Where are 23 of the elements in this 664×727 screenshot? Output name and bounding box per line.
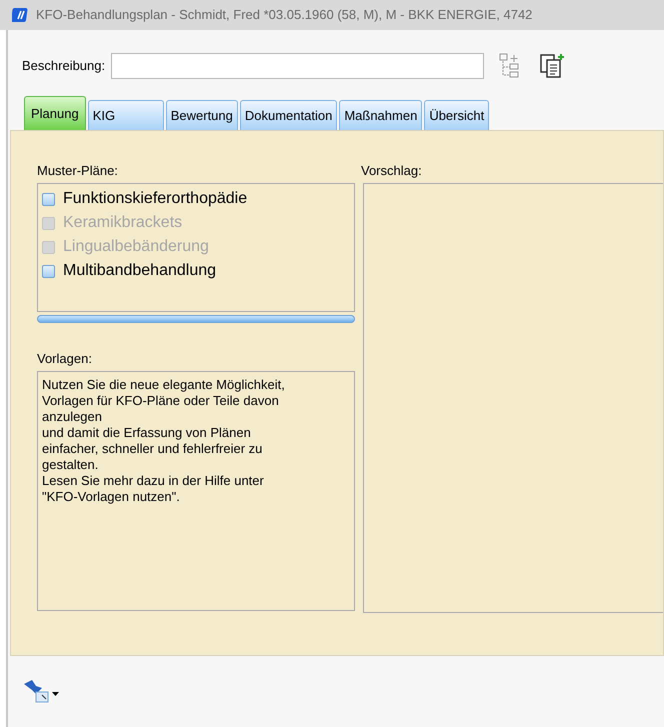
vorlagen-label: Vorlagen:	[37, 350, 93, 367]
window-title: KFO-Behandlungsplan - Schmidt, Fred *03.05.1960 (58, M), M - BKK ENERGIE, 4742	[36, 6, 532, 24]
templates-label: Muster-Pläne:	[37, 162, 119, 179]
checkbox-label: Lingualbebänderung	[63, 237, 209, 257]
checkbox-label: Multibandbehandlung	[63, 261, 216, 281]
copy-add-icon[interactable]	[538, 52, 566, 80]
tab[interactable]: Dokumentation	[240, 100, 338, 130]
tab[interactable]: Bewertung	[166, 100, 238, 130]
description-label: Beschreibung:	[22, 57, 106, 76]
tab[interactable]: KIG	[88, 100, 164, 130]
description-field[interactable]	[111, 53, 484, 79]
pin-icon[interactable]	[22, 678, 62, 704]
tab[interactable]: Übersicht	[424, 100, 490, 130]
checkbox-label: Funktionskieferorthopädie	[63, 189, 248, 209]
info-text: Nutzen Sie die neue elegante Möglichkeit, Vorlagen für KFO-Pläne oder Teile davon anzulegen und damit die Erfassung von Plänen einfacher, schneller und fehlerfreier zu gestalten. Lesen Sie mehr dazu in der Hilfe unter "KFO-Vorlagen nutzen".	[37, 371, 355, 611]
tab[interactable]: Planung	[24, 96, 86, 130]
checkbox[interactable]	[42, 192, 55, 206]
app-icon	[12, 6, 30, 24]
checkbox[interactable]	[42, 264, 55, 278]
checkbox-label: Keramikbrackets	[63, 213, 182, 233]
scrollbar[interactable]	[37, 315, 355, 323]
tab[interactable]: Maßnahmen	[339, 100, 422, 130]
suggestion-label: Vorschlag:	[361, 162, 423, 179]
